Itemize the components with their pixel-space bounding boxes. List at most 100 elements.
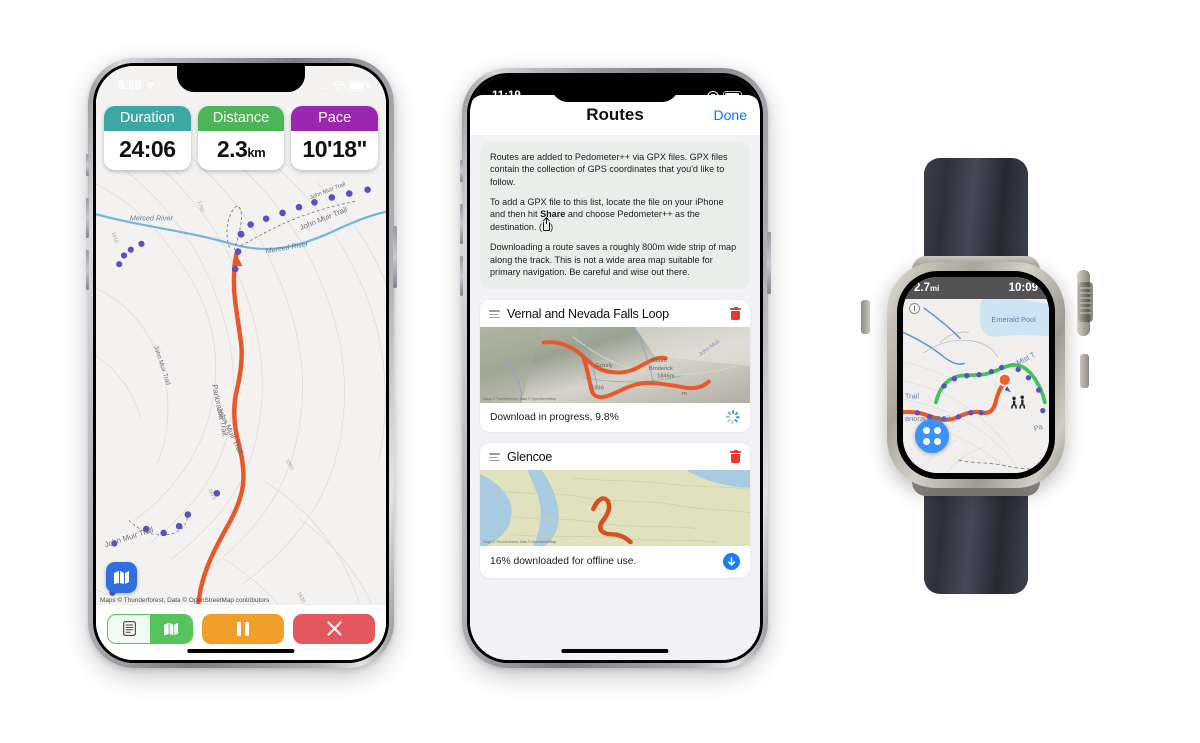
routes-sheet: Routes Done Routes are added to Pedomete…	[470, 95, 760, 660]
grid-glyph	[923, 427, 941, 445]
svg-text:Grizzly: Grizzly	[595, 363, 613, 369]
info-paragraph-2: To add a GPX file to this list, locate t…	[490, 197, 724, 232]
mute-switch[interactable]	[86, 154, 89, 176]
segment-list-option[interactable]	[108, 615, 150, 643]
svg-text:t Trail: t Trail	[903, 391, 919, 400]
stat-label-duration: Duration	[104, 106, 191, 131]
power-button-2[interactable]	[767, 232, 771, 294]
action-button[interactable]	[861, 300, 870, 334]
route-thumb-vector-2: Maps © Thunderforest, Data © OpenStreetM…	[480, 470, 750, 547]
watch-map-labels: Emerald Pool	[991, 315, 1036, 324]
trash-icon-2[interactable]	[730, 449, 741, 463]
maps-icon[interactable]	[106, 562, 137, 593]
route-card-footer: Download in progress, 9.8%	[480, 403, 750, 432]
list-icon	[122, 621, 136, 636]
watch-case: Emerald Pool Mist T t Trail anorama Trai…	[887, 262, 1065, 488]
current-position-dot	[999, 374, 1010, 385]
phone1-bezel: Merced River Merced River John Muir Trai…	[93, 63, 389, 663]
share-icon	[542, 218, 550, 232]
mute-switch-2[interactable]	[460, 160, 463, 182]
stat-label-distance: Distance	[197, 106, 285, 131]
battery-icon-2	[723, 91, 744, 101]
download-arrow-glyph	[727, 556, 736, 566]
stop-workout-button[interactable]	[293, 613, 375, 644]
stat-card-distance[interactable]: Distance 2.3km	[197, 106, 285, 170]
stat-card-pace[interactable]: Pace 10'18"	[291, 106, 379, 170]
wifi-icon-2	[706, 91, 719, 101]
route-card-header-2: Glencoe	[480, 443, 750, 470]
watch-distance: 2.7mi	[914, 282, 940, 294]
compass-icon[interactable]	[909, 303, 920, 314]
stat-value-pace: 10'18"	[291, 131, 379, 170]
done-button[interactable]: Done	[714, 107, 747, 123]
cellular-icon-2: ....	[691, 91, 702, 101]
svg-text:1846: 1846	[591, 386, 604, 392]
drag-handle-icon[interactable]	[489, 310, 500, 319]
view-mode-segmented-control[interactable]	[107, 613, 193, 644]
phone1-status-bar: 8:58 ....	[96, 66, 386, 99]
route-thumbnail-map-2[interactable]: Maps © Thunderforest, Data © OpenStreetM…	[480, 470, 750, 547]
watch-screen[interactable]: Emerald Pool Mist T t Trail anorama Trai…	[903, 277, 1049, 473]
side-button[interactable]	[1080, 354, 1089, 388]
route-card-glencoe[interactable]: Glencoe Maps © Thunderforest, Data © Ope…	[480, 443, 750, 579]
map-icon	[164, 622, 178, 635]
svg-text:1846m: 1846m	[657, 374, 675, 380]
volume-down-button-2[interactable]	[459, 256, 463, 296]
status-time: 8:58	[118, 80, 142, 92]
digital-crown[interactable]	[1078, 282, 1093, 322]
home-indicator	[187, 649, 295, 653]
svg-text:Broderick: Broderick	[649, 366, 673, 372]
route-title: Vernal and Nevada Falls Loop	[507, 307, 669, 322]
route-card-footer-2: 16% downloaded for offline use.	[480, 546, 750, 578]
route-card-vernal[interactable]: Vernal and Nevada Falls Loop Grizzly Mou…	[480, 300, 750, 433]
watch-status-bar: 2.7mi 10:09	[903, 277, 1049, 299]
trash-icon[interactable]	[730, 306, 741, 320]
battery-icon	[349, 81, 370, 91]
route-thumb-vector: Grizzly Mount Broderick 1846m 1846 m Joh…	[480, 327, 750, 404]
phone2-screen: Routes Done Routes are added to Pedomete…	[470, 76, 760, 660]
svg-text:m: m	[682, 392, 687, 398]
svg-text:Emerald Pool: Emerald Pool	[991, 315, 1036, 324]
watch-time: 10:09	[1008, 282, 1038, 294]
iphone-workout-device: Merced River Merced River John Muir Trai…	[85, 58, 397, 668]
close-icon	[326, 621, 342, 636]
workout-stats-row: Duration 24:06 Distance 2.3km Pace 10'18…	[104, 106, 379, 170]
pause-icon	[237, 621, 249, 636]
stat-label-pace: Pace	[291, 106, 379, 131]
volume-up-button-2[interactable]	[459, 204, 463, 244]
info-paragraph-1: Routes are added to Pedometer++ via GPX …	[490, 152, 728, 187]
route-thumbnail-map[interactable]: Grizzly Mount Broderick 1846m 1846 m Joh…	[480, 327, 750, 404]
drag-handle-icon-2[interactable]	[489, 453, 500, 462]
route-title-2: Glencoe	[507, 450, 553, 465]
watch-bezel: Emerald Pool Mist T t Trail anorama Trai…	[897, 271, 1055, 479]
stat-value-duration: 24:06	[104, 131, 191, 170]
route-status: Download in progress, 9.8%	[490, 411, 619, 423]
grid-icon[interactable]	[915, 419, 949, 453]
home-indicator-2	[561, 649, 669, 653]
pause-workout-button[interactable]	[202, 613, 284, 644]
phone2-bezel: Routes Done Routes are added to Pedomete…	[467, 73, 763, 663]
spinner-icon	[725, 410, 740, 425]
thumb-attribution-text: Maps © Thunderforest, Data © OpenStreetM…	[483, 397, 556, 401]
iphone-routes-device: Routes Done Routes are added to Pedomete…	[459, 68, 771, 668]
cellular-icon: ....	[317, 81, 328, 91]
svg-text:Merced River: Merced River	[130, 214, 174, 223]
map-attribution: Maps © Thunderforest, Data © OpenStreetM…	[100, 597, 270, 604]
stat-card-duration[interactable]: Duration 24:06	[104, 106, 191, 170]
status-time-2: 11:19	[492, 90, 521, 102]
phone2-status-bar: 11:19 ....	[470, 76, 760, 109]
power-button[interactable]	[393, 226, 397, 288]
svg-text:Mount: Mount	[651, 358, 667, 364]
thumb-attribution-text-2: Maps © Thunderforest, Data © OpenStreetM…	[483, 540, 556, 544]
maps-glyph	[114, 571, 129, 584]
routes-info-box: Routes are added to Pedometer++ via GPX …	[480, 142, 750, 290]
routes-sheet-body[interactable]: Routes are added to Pedometer++ via GPX …	[470, 135, 760, 660]
download-icon[interactable]	[723, 553, 740, 571]
wifi-icon	[332, 81, 345, 91]
volume-down-button[interactable]	[85, 250, 89, 290]
phone1-screen: Merced River Merced River John Muir Trai…	[96, 66, 386, 660]
route-card-header: Vernal and Nevada Falls Loop	[480, 300, 750, 327]
segment-map-option[interactable]	[150, 614, 192, 643]
volume-up-button[interactable]	[85, 198, 89, 238]
apple-watch-ultra-device: Emerald Pool Mist T t Trail anorama Trai…	[860, 158, 1093, 594]
